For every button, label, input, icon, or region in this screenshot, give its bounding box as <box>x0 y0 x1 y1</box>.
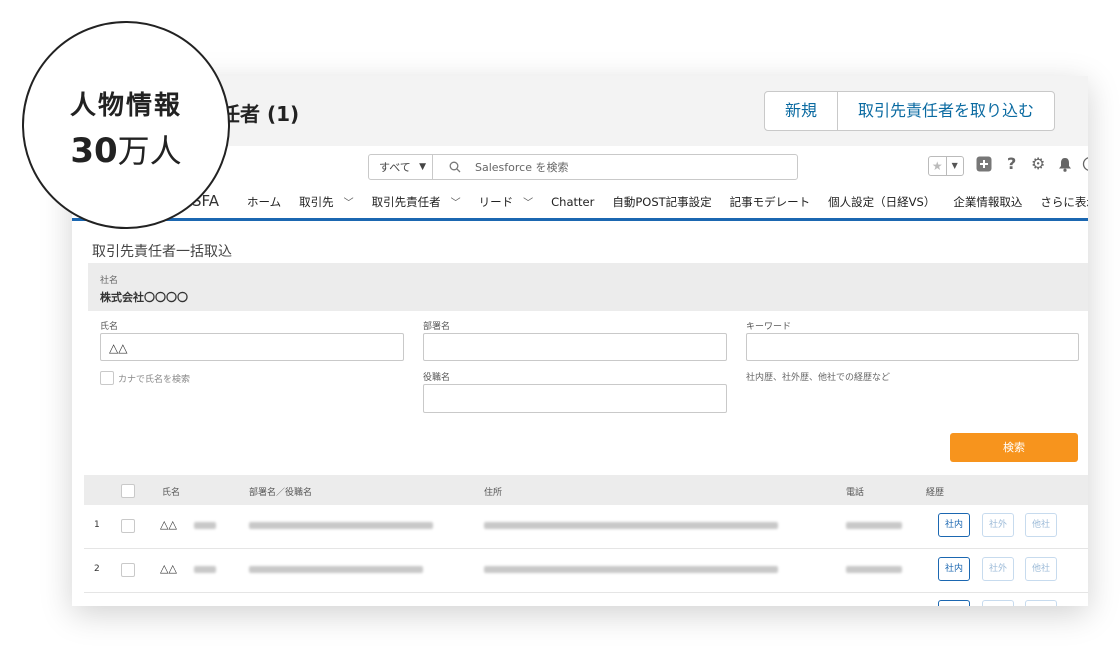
department-label: 部署名 <box>423 322 451 332</box>
department-input[interactable] <box>423 333 727 361</box>
badge-number: 30 <box>70 131 118 171</box>
nav-item-personal-settings[interactable]: 個人設定（日経VS） <box>828 194 935 210</box>
column-header-department: 部署名／役職名 <box>249 488 313 498</box>
nav-item-label: 取引先 <box>299 195 334 209</box>
keyword-input[interactable] <box>746 333 1079 361</box>
keyword-hint: 社内歴、社外歴、他社での経歴など <box>746 373 891 383</box>
contact-name: △△ <box>160 562 177 575</box>
form-title: 取引先責任者一括取込 <box>92 244 232 260</box>
add-icon[interactable] <box>976 156 992 172</box>
nav-item-moderate[interactable]: 記事モデレート <box>730 194 811 210</box>
favorites-button[interactable]: ★ ▼ <box>928 156 964 176</box>
bulk-import-form: 取引先責任者一括取込 社名 株式会社〇〇〇〇 氏名 △△ カナで氏名を検索 部署… <box>72 221 1088 606</box>
name-label: 氏名 <box>100 322 119 332</box>
row-index: 1 <box>94 520 100 530</box>
career-other-company-tag-partial <box>1025 600 1057 606</box>
redacted-text <box>249 566 423 573</box>
column-header-address: 住所 <box>484 488 503 498</box>
keyword-label: キーワード <box>746 322 792 332</box>
nav-item-company-import[interactable]: 企業情報取込 <box>953 194 1022 210</box>
redacted-text <box>484 566 778 573</box>
search-input[interactable]: Salesforce を検索 <box>475 159 568 175</box>
contact-name: △△ <box>160 518 177 531</box>
people-count-badge: 人物情報 30万人 <box>22 21 230 229</box>
career-internal-tag-partial <box>938 600 970 606</box>
nav-item-label: さらに表示 <box>1040 195 1088 209</box>
table-row: 2 △△ 社内 社外 他社 <box>84 549 1088 593</box>
redacted-text <box>249 522 433 529</box>
row-checkbox[interactable] <box>121 519 135 533</box>
bell-icon[interactable] <box>1058 157 1072 172</box>
kana-search-label: カナで氏名を検索 <box>118 375 191 385</box>
search-scope-select[interactable]: すべて ▼ <box>369 155 433 179</box>
table-row: 1 △△ 社内 社外 他社 <box>84 505 1088 549</box>
badge-count: 30万人 <box>24 126 228 172</box>
star-icon: ★ <box>931 159 943 173</box>
nav-item-home[interactable]: ホーム <box>247 194 281 210</box>
import-contacts-button[interactable]: 取引先責任者を取り込む <box>837 92 1054 130</box>
nav-item-label: リード <box>478 195 514 209</box>
select-all-checkbox[interactable] <box>121 484 135 498</box>
redacted-text <box>484 522 778 529</box>
navigation-bar: SFA ホーム 取引先 ﹀ 取引先責任者 ﹀ リード ﹀ Chatter 自動POST… <box>72 186 1088 221</box>
job-title-label: 役職名 <box>423 373 451 383</box>
nav-tabs: ホーム 取引先 ﹀ 取引先責任者 ﹀ リード ﹀ Chatter 自動POST記事設定… <box>247 186 1088 218</box>
results-table: 氏名 部署名／役職名 住所 電話 経歴 1 △△ 社内 社外 他社 2 △△ 社… <box>84 475 1088 593</box>
column-header-phone: 電話 <box>846 488 865 498</box>
search-icon <box>449 161 461 173</box>
career-external-tag-partial <box>982 600 1014 606</box>
search-scope-label: すべて <box>379 161 411 174</box>
nav-item-label: 取引先責任者 <box>371 195 441 209</box>
redacted-text <box>194 566 216 573</box>
chevron-down-icon[interactable]: ﹀ <box>523 198 533 209</box>
career-external-tag[interactable]: 社外 <box>982 557 1014 581</box>
redacted-text <box>846 522 902 529</box>
column-header-career: 経歴 <box>926 488 945 498</box>
company-section: 社名 株式会社〇〇〇〇 <box>88 263 1088 311</box>
nav-item-contacts[interactable]: 取引先責任者 ﹀ <box>372 194 461 210</box>
nav-item-auto-post[interactable]: 自動POST記事設定 <box>612 194 711 210</box>
page-title: 任者 (1) <box>220 102 300 126</box>
career-external-tag[interactable]: 社外 <box>982 513 1014 537</box>
chevron-down-icon[interactable]: ﹀ <box>451 198 461 209</box>
row-index: 2 <box>94 564 100 574</box>
career-other-company-tag[interactable]: 他社 <box>1025 557 1057 581</box>
gear-icon[interactable]: ⚙ <box>1031 154 1045 174</box>
header-button-group: 新規 取引先責任者を取り込む <box>764 91 1056 131</box>
nav-item-leads[interactable]: リード ﹀ <box>479 194 534 210</box>
nav-item-chatter[interactable]: Chatter <box>551 195 594 209</box>
global-search[interactable]: すべて ▼ Salesforce を検索 <box>368 154 798 180</box>
nav-item-accounts[interactable]: 取引先 ﹀ <box>299 194 354 210</box>
help-icon[interactable]: ? <box>1007 154 1016 174</box>
search-button[interactable]: 検索 <box>950 433 1078 462</box>
company-value: 株式会社〇〇〇〇 <box>100 291 188 304</box>
caret-down-icon: ▼ <box>419 162 426 172</box>
job-title-input[interactable] <box>423 384 727 413</box>
redacted-text <box>846 566 902 573</box>
career-internal-tag[interactable]: 社内 <box>938 513 970 537</box>
badge-unit: 万人 <box>117 132 182 170</box>
kana-search-checkbox[interactable] <box>100 371 114 385</box>
redacted-text <box>194 522 216 529</box>
name-input[interactable]: △△ <box>100 333 404 361</box>
avatar[interactable] <box>1082 156 1088 172</box>
company-label: 社名 <box>100 276 119 286</box>
caret-down-icon: ▼ <box>945 157 964 175</box>
chevron-down-icon[interactable]: ﹀ <box>344 198 354 209</box>
nav-item-more[interactable]: さらに表示▼ <box>1040 194 1088 210</box>
badge-title: 人物情報 <box>69 91 182 121</box>
career-other-company-tag[interactable]: 他社 <box>1025 513 1057 537</box>
row-checkbox[interactable] <box>121 563 135 577</box>
column-header-name: 氏名 <box>162 488 181 498</box>
new-button[interactable]: 新規 <box>765 92 837 130</box>
table-header: 氏名 部署名／役職名 住所 電話 経歴 <box>84 475 1088 505</box>
career-internal-tag[interactable]: 社内 <box>938 557 970 581</box>
